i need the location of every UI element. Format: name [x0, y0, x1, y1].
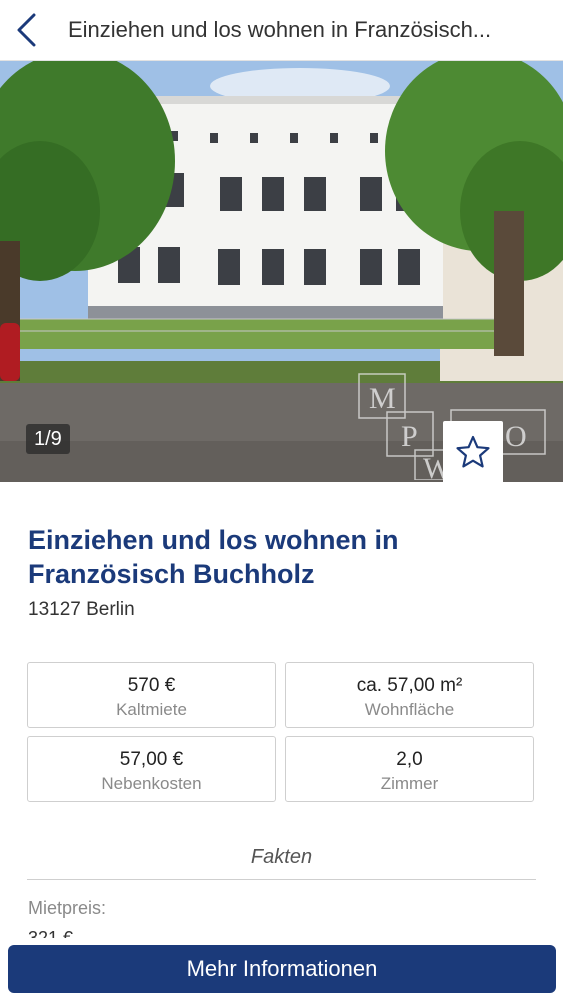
listing-title: Einziehen und los wohnen in Französisch …	[28, 525, 399, 589]
fact-additional-costs: 57,00 € Nebenkosten	[27, 736, 276, 802]
fact-label: Wohnfläche	[364, 700, 455, 719]
top-nav-bar: Einziehen und los wohnen in Französisch.…	[0, 0, 563, 61]
bottom-bar: Mehr Informationen	[0, 938, 563, 1000]
fact-rooms: 2,0 Zimmer	[285, 736, 534, 802]
fact-living-area: ca. 57,00 m² Wohnfläche	[285, 662, 534, 728]
page-title: Einziehen und los wohnen in Französisch.…	[68, 17, 492, 42]
fact-value: 57,00 €	[119, 749, 184, 770]
fact-label: Nebenkosten	[101, 774, 202, 793]
facts-section-title: Fakten	[27, 846, 536, 880]
listing-photo[interactable]: M P W O	[0, 61, 563, 482]
more-information-button[interactable]: Mehr Informationen	[8, 945, 556, 993]
image-counter: 1/9	[26, 424, 70, 454]
favorite-button[interactable]	[443, 421, 503, 483]
fact-label: Zimmer	[380, 774, 439, 793]
star-outline-icon	[456, 435, 490, 468]
fact-cold-rent: 570 € Kaltmiete	[27, 662, 276, 728]
svg-text:P: P	[401, 420, 418, 453]
svg-text:O: O	[505, 420, 527, 453]
svg-text:M: M	[369, 382, 396, 415]
fact-value: ca. 57,00 m²	[356, 675, 463, 696]
key-facts-grid: 570 € Kaltmiete ca. 57,00 m² Wohnfläche …	[27, 662, 536, 804]
listing-address: 13127 Berlin	[28, 599, 135, 620]
back-button[interactable]	[6, 8, 46, 52]
chevron-left-icon	[17, 13, 36, 47]
detail-row-label: Mietpreis:	[28, 898, 107, 918]
fact-value: 2,0	[396, 749, 423, 770]
detail-row-value: 321 €	[28, 928, 74, 938]
fact-label: Kaltmiete	[116, 700, 187, 719]
fact-value: 570 €	[127, 675, 176, 696]
